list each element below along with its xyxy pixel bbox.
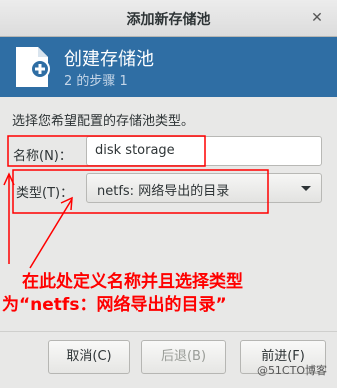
annotation-line-2: 为“netfs：网络导出的目录” [2, 295, 227, 315]
header-banner: 创建存储池 2 的步骤 1 [0, 37, 337, 97]
arrow-left-head [3, 172, 15, 186]
arrow-diagonal [29, 198, 73, 269]
name-input[interactable]: disk storage [86, 136, 322, 166]
window-title: 添加新存储池 [126, 12, 211, 28]
close-icon[interactable]: ✕ [307, 8, 327, 28]
name-label: 名称(N)： [13, 149, 72, 164]
type-selected-value: netfs: 网络导出的目录 [97, 184, 230, 199]
banner-title: 创建存储池 [64, 49, 154, 70]
footer-separator [0, 331, 337, 332]
annotation-line-1: 在此处定义名称并且选择类型 [22, 272, 243, 292]
type-dropdown[interactable]: netfs: 网络导出的目录 [86, 173, 322, 203]
step-indicator: 2 的步骤 1 [64, 74, 128, 89]
watermark: @51CTO博客 [256, 364, 327, 377]
storage-pool-add-icon [16, 47, 50, 87]
cancel-button[interactable]: 取消(C) [48, 340, 130, 374]
type-label: 类型(T)： [16, 186, 74, 201]
back-button[interactable]: 后退(B) [141, 340, 226, 374]
instruction-text: 选择您希望配置的存储池类型。 [12, 114, 195, 129]
chevron-down-icon [301, 186, 311, 191]
title-bar: 添加新存储池 ✕ [0, 0, 337, 37]
